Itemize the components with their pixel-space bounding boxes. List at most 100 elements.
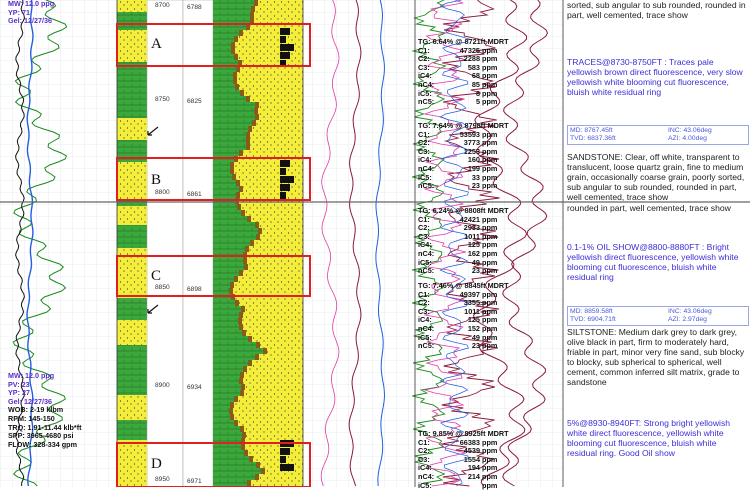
shale-marker xyxy=(241,384,245,390)
shale-marker xyxy=(255,222,259,228)
desc-siltstone: SILTSTONE: Medium dark grey to dark grey… xyxy=(567,327,745,387)
depth-label-tvd: 6861 xyxy=(187,191,202,198)
gas-component-value: 23 xyxy=(471,341,480,351)
interpreted-sand-step xyxy=(243,150,303,156)
shale-marker xyxy=(236,180,240,186)
gas-component-name: nC5: xyxy=(418,341,435,351)
depth-label-md: 8750 xyxy=(155,96,170,103)
sand-layer xyxy=(117,0,147,12)
interpreted-sand-step xyxy=(252,126,303,132)
shale-marker xyxy=(244,264,248,270)
shale-marker xyxy=(246,144,250,150)
interpreted-sand-step xyxy=(252,360,303,366)
mud-readout-mid: MW: 12.0 ppg PV: 23 YP: 27 Gel: 12/27/36… xyxy=(8,371,82,449)
shale-marker xyxy=(255,114,259,120)
interpreted-sand-step xyxy=(233,288,303,294)
interpreted-sand-step xyxy=(253,456,303,462)
interpreted-sand-step xyxy=(234,414,303,420)
interpreted-sand-step xyxy=(250,144,303,150)
survey-inc: INC: 43.06deg xyxy=(668,127,712,134)
fluorescence-bar xyxy=(280,192,286,199)
shale-marker xyxy=(234,36,238,42)
gas-component-unit: ppm xyxy=(482,480,498,490)
shale-marker xyxy=(241,444,245,450)
gas-component-value: 85 xyxy=(471,79,480,89)
interpreted-sand-step xyxy=(259,222,303,228)
depth-column-md xyxy=(146,0,184,487)
gas-component-row: nC5: 23 ppm xyxy=(418,266,509,276)
desc-top-partial: sorted, sub angular to sub rounded, roun… xyxy=(567,0,746,20)
interpreted-sand-step xyxy=(259,114,303,120)
shale-marker xyxy=(256,462,260,468)
shale-marker xyxy=(230,162,234,168)
shale-marker xyxy=(250,240,254,246)
depth-label-md: 8700 xyxy=(155,2,170,9)
shale-marker xyxy=(239,186,243,192)
shale-marker xyxy=(236,192,240,198)
shale-marker xyxy=(256,234,260,240)
desc-traces: TRACES@8730-8750FT : Traces pale yellowi… xyxy=(567,57,743,97)
interpreted-sand-step xyxy=(234,402,303,408)
sand-layer xyxy=(117,206,147,225)
shale-marker xyxy=(238,318,242,324)
shale-marker xyxy=(233,78,237,84)
gel-readout: Gel: 12/27/36 xyxy=(8,16,52,26)
shale-marker xyxy=(246,132,250,138)
survey-box-2: MD: 8859.58ft INC: 43.06deg TVD: 6904.71… xyxy=(567,306,749,326)
fluorescence-bar xyxy=(280,456,286,463)
depth-column-tvd xyxy=(182,0,214,487)
desc-oil-show: 0.1-1% OIL SHOW@8800-8880FT : Bright yel… xyxy=(567,242,739,282)
interpreted-sand-step xyxy=(246,432,303,438)
interpreted-sand-step xyxy=(233,408,303,414)
interpreted-sand-step xyxy=(248,264,303,270)
interpreted-sand-step xyxy=(260,234,303,240)
shale-marker xyxy=(230,282,234,288)
interpreted-sand-step xyxy=(251,480,303,486)
shale-marker xyxy=(247,216,251,222)
shale-marker xyxy=(247,480,251,486)
shale-marker xyxy=(240,372,244,378)
interpreted-sand-step xyxy=(250,138,303,144)
shale-marker xyxy=(230,414,234,420)
sand-layer xyxy=(117,162,147,200)
interpreted-sand-step xyxy=(238,396,303,402)
shale-marker xyxy=(248,126,252,132)
shale-marker xyxy=(233,72,237,78)
flow-readout: FLOW: 328-334 gpm xyxy=(8,439,77,449)
gas-component-row: iC5: ppm xyxy=(418,480,509,490)
gas-component-row: nC5: 23 ppm xyxy=(418,341,509,351)
gas-component-unit: ppm xyxy=(482,341,498,351)
interpreted-sand-step xyxy=(259,474,303,480)
survey-md: MD: 8859.58ft xyxy=(570,308,613,315)
shale-marker xyxy=(243,258,247,264)
interpreted-sand-step xyxy=(238,276,303,282)
shale-marker xyxy=(255,474,259,480)
shale-marker xyxy=(241,306,245,312)
fluorescence-bar xyxy=(280,36,286,43)
shale-marker xyxy=(234,396,238,402)
box-label-b: B xyxy=(151,172,162,188)
interpreted-sand-step xyxy=(258,0,303,6)
sand-layer xyxy=(117,395,147,420)
shale-marker xyxy=(242,432,246,438)
shale-marker xyxy=(234,420,238,426)
fluorescence-bar xyxy=(280,44,294,51)
interpreted-sand-step xyxy=(247,366,303,372)
shale-marker xyxy=(249,456,253,462)
shale-marker xyxy=(237,204,241,210)
shale-marker xyxy=(242,330,246,336)
shale-marker xyxy=(229,288,233,294)
depth-label-tvd: 6788 xyxy=(187,4,202,11)
shale-marker xyxy=(239,150,243,156)
shale-marker xyxy=(246,96,250,102)
shale-marker xyxy=(235,300,239,306)
interpreted-sand-step xyxy=(260,342,303,348)
shale-marker xyxy=(245,246,249,252)
shale-marker xyxy=(229,408,233,414)
shale-marker xyxy=(231,42,235,48)
interpreted-sand-step xyxy=(243,324,303,330)
survey-tvd: TVD: 6904.71ft xyxy=(570,316,616,323)
interpreted-sand-step xyxy=(259,354,303,360)
interpreted-sand-step xyxy=(247,258,303,264)
interpreted-sand-step xyxy=(254,12,303,18)
